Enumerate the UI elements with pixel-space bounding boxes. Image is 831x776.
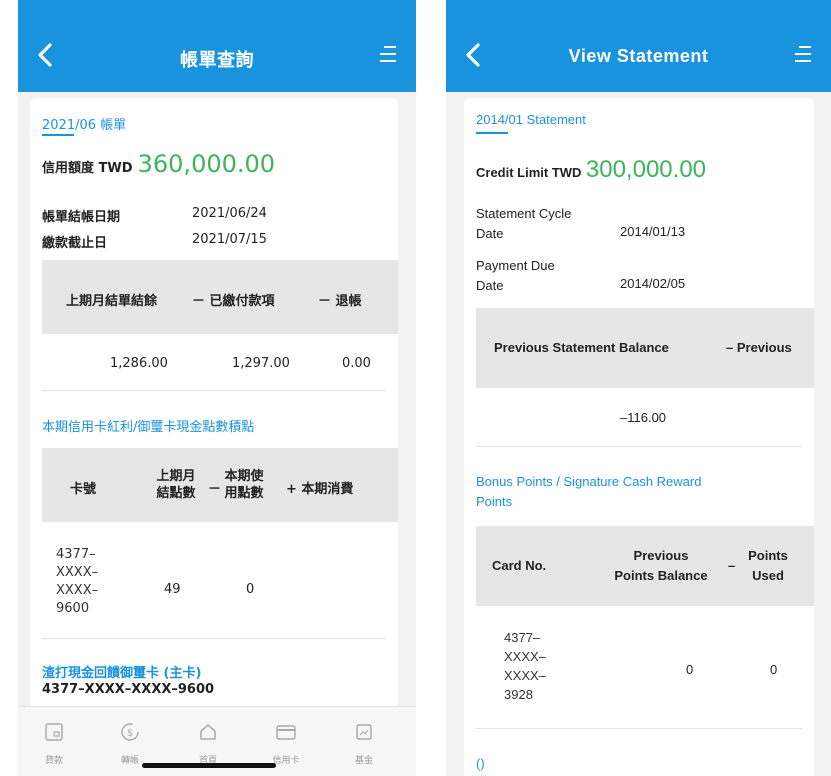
- balance-header-previous: Previous Statement Balance: [494, 340, 669, 355]
- menu-icon: [795, 46, 811, 62]
- statement-month-tab[interactable]: 2021/06 帳單: [42, 114, 126, 133]
- menu-icon: [380, 46, 396, 62]
- app-header: 帳單查詢: [18, 0, 416, 92]
- credit-limit-label: Credit Limit TWD: [476, 165, 582, 180]
- card-number-part: XXXX–: [504, 649, 546, 664]
- divider: [476, 728, 802, 729]
- due-date-value: 2021/07/15: [192, 232, 267, 247]
- points-header-used: 本期使用點數: [224, 469, 264, 501]
- divider: [42, 390, 386, 391]
- svg-text:$: $: [127, 728, 133, 739]
- label-line: Date: [476, 278, 504, 293]
- header-line: Points: [748, 548, 788, 563]
- home-icon: [200, 724, 216, 740]
- points-card-number: 4377– XXXX– XXXX– 9600: [56, 546, 98, 618]
- label-line: Date: [476, 226, 504, 241]
- page-title: View Statement: [568, 46, 709, 66]
- credit-limit-value: 300,000.00: [585, 156, 707, 183]
- tab-underline: [476, 132, 508, 134]
- header-line: Previous: [633, 548, 689, 563]
- points-header-previous: 上期月結點數: [156, 469, 196, 501]
- card-number-part: 9600: [56, 601, 90, 616]
- title-line: Points: [476, 494, 513, 509]
- balance-header-paid: – Previous: [726, 340, 792, 355]
- payment-due-label: Payment Due Date: [476, 256, 555, 296]
- title-line: Bonus Points / Signature Cash Reward: [476, 474, 702, 489]
- fund-icon: [356, 724, 372, 740]
- balance-table-header: 上期月結單結餘 － 已繳付款項 － 退帳: [42, 260, 398, 334]
- points-previous-value: 49: [164, 582, 181, 597]
- credit-limit-label: 信用額度 TWD: [42, 161, 133, 176]
- tab-transfer[interactable]: $ 轉帳: [100, 721, 160, 766]
- statement-month-tab[interactable]: 2014/01 Statement: [476, 112, 586, 127]
- points-table-header: Card No. Previous Points Balance – Point…: [476, 526, 814, 606]
- balance-value-previous: –116.00: [620, 410, 667, 425]
- points-header-used: Points Used: [738, 546, 798, 586]
- points-card-number: 4377– XXXX– XXXX– 3928: [504, 628, 546, 704]
- tab-label: 貸款: [44, 756, 63, 766]
- points-header-previous: Previous Points Balance: [596, 546, 726, 586]
- balance-value-previous: 1,286.00: [110, 356, 168, 371]
- divider: [476, 446, 802, 447]
- tab-home[interactable]: 首頁: [178, 721, 238, 766]
- header-line: Used: [752, 568, 784, 583]
- transfer-icon: $: [121, 723, 139, 741]
- statement-card: 2014/01 Statement Credit Limit TWD 300,0…: [464, 98, 814, 776]
- loan-icon: [45, 723, 63, 741]
- label-line: Payment Due: [476, 258, 555, 273]
- points-header-card: 卡號: [70, 482, 97, 497]
- card-number: 4377–XXXX–XXXX–9600: [42, 682, 215, 697]
- balance-header-paid: － 已繳付款項: [192, 294, 275, 309]
- header-line: Points Balance: [614, 568, 708, 583]
- tab-loan[interactable]: 貸款: [24, 721, 84, 766]
- points-header-card: Card No.: [492, 558, 547, 573]
- home-indicator[interactable]: [142, 763, 276, 768]
- statement-date-label: 帳單結帳日期: [42, 210, 121, 225]
- card-number-part: 4377–: [504, 630, 541, 645]
- tab-underline: [42, 134, 74, 136]
- tab-credit-card[interactable]: 信用卡: [256, 721, 316, 766]
- tab-label: 基金: [354, 756, 373, 766]
- bonus-section-title: 本期信用卡紅利/御璽卡現金點數積點: [42, 420, 255, 435]
- statement-cycle-label: Statement Cycle Date: [476, 204, 571, 244]
- footer-link[interactable]: (): [476, 756, 485, 771]
- page-title: 帳單查詢: [180, 50, 254, 71]
- card-number-part: XXXX–: [56, 583, 99, 598]
- menu-button[interactable]: [791, 42, 815, 66]
- card-name: 渣打現金回饋御璽卡 (主卡): [42, 666, 202, 681]
- points-used-value: 0: [246, 582, 255, 597]
- label-line: Statement Cycle: [476, 206, 572, 221]
- statement-screen-chinese: 帳單查詢 2021/06 帳單 信用額度 TWD 360,000.00 帳單結帳…: [18, 0, 416, 776]
- points-header-current: + 本期消費: [286, 482, 354, 497]
- statement-card: 2021/06 帳單 信用額度 TWD 360,000.00 帳單結帳日期 20…: [30, 98, 398, 708]
- card-number-part: 4377–: [56, 547, 96, 562]
- points-table-header: 卡號 上期月結點數 － 本期使用點數 + 本期消費: [42, 448, 398, 522]
- tab-fund[interactable]: 基金: [334, 721, 394, 766]
- bonus-section-title: Bonus Points / Signature Cash Reward Poi…: [476, 472, 701, 512]
- credit-limit-row: Credit Limit TWD 300,000.00: [476, 156, 706, 184]
- credit-limit-value: 360,000.00: [137, 150, 276, 178]
- credit-card-icon: [276, 725, 296, 740]
- points-previous-value: 0: [686, 662, 694, 677]
- statement-date-value: 2021/06/24: [192, 206, 267, 221]
- app-header: View Statement: [446, 0, 831, 92]
- balance-value-paid: 1,297.00: [232, 356, 290, 371]
- points-used-value: 0: [770, 662, 778, 677]
- card-number-part: XXXX–: [56, 565, 99, 580]
- credit-limit-row: 信用額度 TWD 360,000.00: [42, 150, 275, 178]
- statement-screen-english: View Statement 2014/01 Statement Credit …: [446, 0, 831, 776]
- payment-due-value: 2014/02/05: [620, 276, 686, 291]
- balance-header-refund: － 退帳: [318, 294, 362, 309]
- card-number-part: XXXX–: [504, 668, 546, 683]
- menu-button[interactable]: [376, 42, 400, 66]
- balance-table-header: Previous Statement Balance – Previous: [476, 308, 814, 388]
- statement-cycle-value: 2014/01/13: [620, 224, 686, 239]
- card-number-part: 3928: [504, 687, 533, 702]
- points-header-minus: –: [728, 558, 736, 573]
- balance-header-previous: 上期月結單結餘: [66, 294, 158, 309]
- balance-value-refund: 0.00: [342, 356, 371, 371]
- due-date-label: 繳款截止日: [42, 236, 108, 251]
- divider: [42, 638, 386, 639]
